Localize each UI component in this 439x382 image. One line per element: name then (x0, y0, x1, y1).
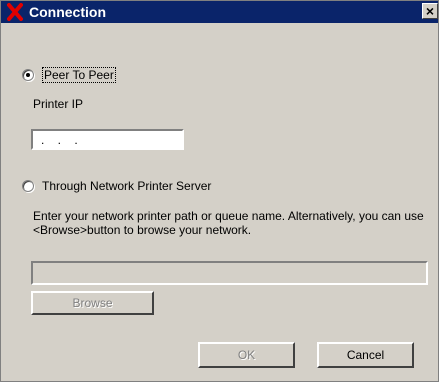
window-title: Connection (29, 4, 106, 20)
peer-to-peer-label: Peer To Peer (42, 67, 116, 83)
printer-ip-field[interactable]: . . . (31, 129, 184, 150)
title-bar[interactable]: Connection × (1, 1, 438, 23)
browse-button[interactable]: Browse (31, 291, 154, 315)
cancel-button[interactable]: Cancel (317, 342, 414, 368)
printer-ip-label: Printer IP (33, 97, 84, 111)
printer-ip-value: . . . (41, 133, 83, 147)
network-hint-text: Enter your network printer path or queue… (33, 209, 424, 237)
network-server-label: Through Network Printer Server (42, 179, 212, 193)
connection-dialog: Connection × Peer To Peer Printer IP . .… (0, 0, 439, 382)
radio-checked-icon[interactable] (22, 69, 34, 81)
radio-unchecked-icon[interactable] (22, 180, 34, 192)
printer-path-field[interactable] (31, 261, 428, 285)
close-button[interactable]: × (422, 3, 438, 19)
xerox-logo-icon (5, 1, 25, 23)
peer-to-peer-radio[interactable]: Peer To Peer (22, 67, 116, 83)
ok-button[interactable]: OK (198, 342, 295, 368)
network-server-radio[interactable]: Through Network Printer Server (22, 179, 211, 193)
